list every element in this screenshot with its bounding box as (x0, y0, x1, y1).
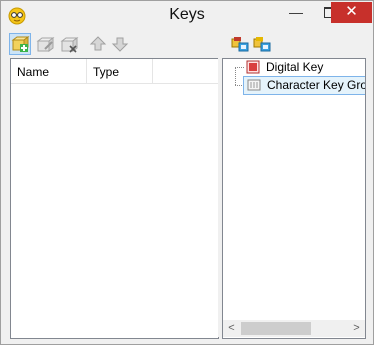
digital-key-icon (246, 60, 260, 74)
column-header-type[interactable]: Type (93, 65, 119, 79)
move-down-button[interactable] (110, 34, 130, 54)
add-key-icon (11, 36, 30, 52)
keys-window: Keys — ✕ Name Type Digital Key Character… (0, 0, 374, 345)
scroll-left-button[interactable]: < (223, 320, 240, 337)
delete-key-icon (60, 37, 79, 53)
tree-item-label: Digital Key (266, 60, 324, 74)
column-divider[interactable] (152, 59, 153, 83)
chevron-left-icon: < (228, 322, 235, 334)
delete-key-button[interactable] (59, 34, 79, 54)
add-digital-key-icon (231, 37, 249, 52)
tree-item-character-key-group[interactable]: Character Key Group (243, 76, 365, 95)
add-key-button[interactable] (9, 33, 31, 55)
key-tree[interactable]: Digital Key Character Key Group < > (222, 58, 366, 339)
move-up-button[interactable] (88, 34, 108, 54)
move-down-icon (111, 37, 129, 52)
column-divider[interactable] (86, 59, 87, 83)
add-character-key-group-icon (253, 37, 271, 52)
title-bar[interactable]: Keys — ✕ (1, 1, 373, 31)
minimize-button[interactable]: — (279, 2, 313, 22)
horizontal-scrollbar[interactable]: < > (223, 320, 365, 337)
tree-item-label: Character Key Group (267, 78, 365, 92)
edit-key-button[interactable] (35, 34, 55, 54)
scrollbar-thumb[interactable] (241, 322, 311, 335)
edit-key-icon (36, 37, 55, 52)
close-icon: ✕ (345, 3, 358, 20)
move-up-icon (89, 36, 107, 51)
add-character-key-group-button[interactable] (252, 34, 272, 54)
keys-list-header: Name Type (11, 59, 218, 84)
scroll-right-button[interactable]: > (348, 320, 365, 337)
chevron-right-icon: > (353, 322, 360, 334)
minimize-icon: — (289, 4, 303, 20)
column-header-name[interactable]: Name (17, 65, 49, 79)
keys-list[interactable]: Name Type (10, 58, 219, 339)
character-key-group-icon (247, 79, 261, 91)
close-button[interactable]: ✕ (331, 2, 372, 23)
add-digital-key-button[interactable] (230, 34, 250, 54)
tree-connector-line (235, 67, 244, 68)
tree-connector-line (235, 67, 236, 85)
